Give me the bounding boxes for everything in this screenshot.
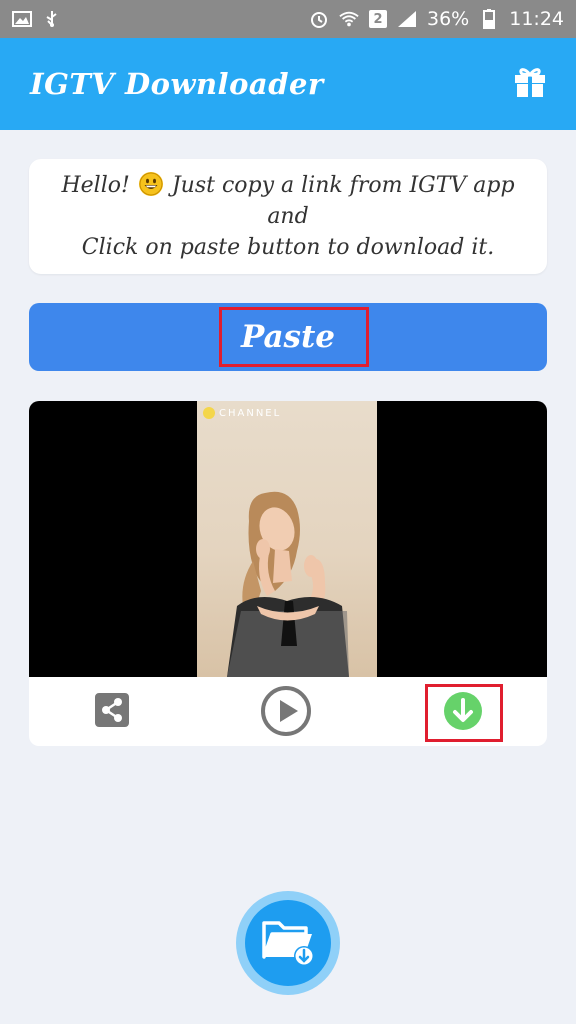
folder-download-icon — [259, 915, 317, 971]
status-bar-right: 2 36% 11:24 — [309, 8, 564, 30]
app-bar: IGTV Downloader — [0, 38, 576, 130]
paste-button[interactable]: Paste — [29, 303, 547, 371]
clock: 11:24 — [509, 8, 564, 30]
instructions-card: Hello! Just copy a link from IGTV app an… — [29, 159, 547, 274]
download-icon — [443, 691, 483, 735]
video-thumbnail: CHANNEL — [197, 401, 377, 677]
video-player[interactable]: CHANNEL — [29, 401, 547, 677]
instructions-greeting: Hello! — [61, 173, 130, 198]
share-icon — [94, 692, 130, 732]
usb-icon — [42, 10, 62, 28]
signal-icon — [397, 10, 417, 28]
woman-figure-image — [227, 491, 349, 677]
gift-button[interactable] — [512, 66, 548, 102]
gift-icon — [513, 66, 547, 102]
paste-button-label: Paste — [240, 319, 336, 355]
alarm-icon — [309, 10, 329, 28]
status-bar: 2 36% 11:24 — [0, 0, 576, 38]
download-button[interactable] — [443, 691, 483, 735]
downloads-folder-button[interactable] — [236, 891, 340, 995]
battery-percent: 36% — [427, 8, 470, 30]
video-controls — [29, 677, 547, 746]
fab-inner-circle — [245, 900, 331, 986]
sim-badge: 2 — [369, 10, 387, 28]
instructions-text: Hello! Just copy a link from IGTV app an… — [29, 170, 547, 263]
wifi-icon — [339, 10, 359, 28]
status-bar-left — [12, 10, 62, 28]
play-icon — [260, 685, 312, 741]
instructions-line1: Just copy a link from IGTV app and — [171, 173, 515, 229]
video-card: CHANNEL — [29, 401, 547, 746]
share-button[interactable] — [93, 693, 131, 731]
instructions-line2: Click on paste button to download it. — [81, 235, 495, 260]
battery-icon — [479, 9, 499, 29]
app-title: IGTV Downloader — [30, 67, 324, 101]
play-button[interactable] — [259, 686, 313, 740]
grinning-face-emoji-icon — [138, 172, 163, 196]
image-icon — [12, 10, 32, 28]
